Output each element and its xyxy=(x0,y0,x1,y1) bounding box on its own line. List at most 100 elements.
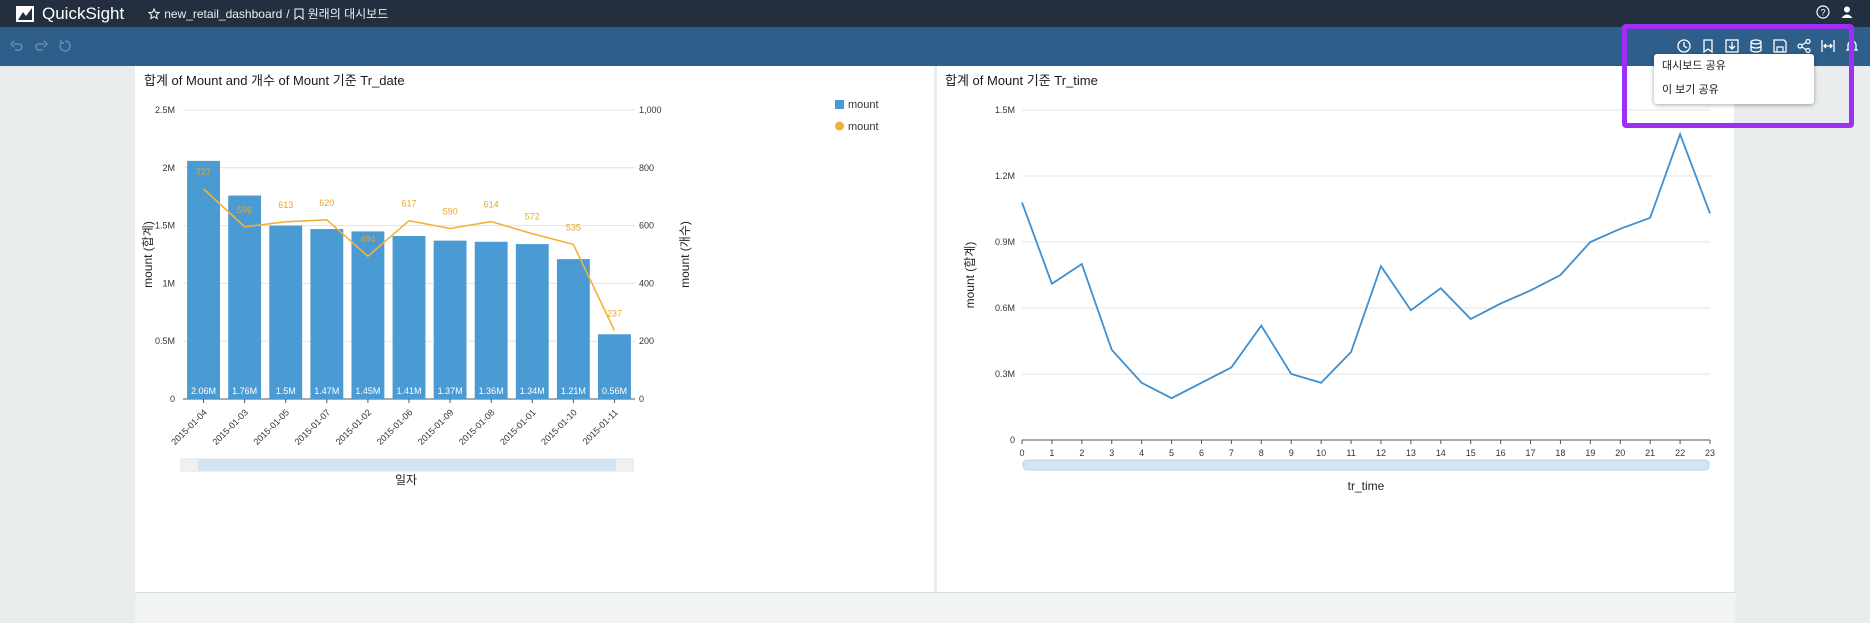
y-axis-label: mount (합계) xyxy=(963,242,977,309)
x-tick-label: 20 xyxy=(1615,448,1625,458)
x-tick-label: 2015-01-02 xyxy=(334,407,374,447)
bar-data-label: 1.47M xyxy=(314,386,339,396)
bar-data-label: 1.36M xyxy=(479,386,504,396)
range-scroll-thumb xyxy=(198,459,616,471)
x-tick-label: 2015-01-07 xyxy=(293,407,333,447)
x-axis-label: tr_time xyxy=(1348,479,1385,493)
x-tick-label: 14 xyxy=(1436,448,1446,458)
x-tick-label: 8 xyxy=(1259,448,1264,458)
range-scroll-thumb xyxy=(1022,459,1710,471)
bar-data-label: 0.56M xyxy=(602,386,627,396)
bar-data-label: 2.06M xyxy=(191,386,216,396)
line-data-label: 572 xyxy=(525,212,540,222)
bar xyxy=(515,244,549,399)
quicksight-logo-icon xyxy=(16,5,34,22)
x-tick-label: 23 xyxy=(1705,448,1715,458)
line-data-label: 614 xyxy=(484,200,499,210)
y-tick-label: 1.2M xyxy=(995,171,1015,181)
x-tick-label: 2015-01-08 xyxy=(457,407,497,447)
x-tick-label: 9 xyxy=(1289,448,1294,458)
star-icon[interactable] xyxy=(148,7,161,20)
x-tick-label: 13 xyxy=(1406,448,1416,458)
help-icon[interactable]: ? xyxy=(1816,5,1830,19)
redo-icon[interactable] xyxy=(34,39,48,53)
y-tick-label: 1.5M xyxy=(155,221,175,231)
x-tick-label: 11 xyxy=(1346,448,1355,458)
line-data-label: 237 xyxy=(607,309,622,319)
y2-axis-label: mount (개수) xyxy=(678,221,692,288)
y-tick-label: 0.6M xyxy=(995,303,1015,313)
legend-swatch-bar xyxy=(835,100,844,109)
legend-label-line: mount xyxy=(848,121,879,133)
x-tick-label: 2015-01-10 xyxy=(539,407,579,447)
bar xyxy=(187,160,220,399)
line-data-label: 727 xyxy=(196,167,211,177)
bookmark-icon[interactable] xyxy=(294,8,304,20)
bar xyxy=(433,240,467,399)
quicksight-logo[interactable]: QuickSight xyxy=(16,4,124,24)
x-axis-label: 일자 xyxy=(395,473,417,487)
user-icon[interactable] xyxy=(1840,5,1854,19)
bar xyxy=(556,259,590,399)
y-tick-label: 2M xyxy=(162,163,175,173)
y2-tick-label: 1,000 xyxy=(639,105,662,115)
reset-icon[interactable] xyxy=(58,39,72,53)
x-tick-label: 12 xyxy=(1376,448,1386,458)
x-tick-label: 15 xyxy=(1466,448,1476,458)
x-tick-label: 7 xyxy=(1229,448,1234,458)
combo-chart-panel: 합계 of Mount and 개수 of Mount 기준 Tr_date 0… xyxy=(135,66,934,592)
y-tick-label: 0 xyxy=(1010,435,1015,445)
y-tick-label: 0.3M xyxy=(995,369,1015,379)
breadcrumb-view[interactable]: 원래의 대시보드 xyxy=(308,5,389,22)
x-tick-label: 19 xyxy=(1585,448,1595,458)
y2-tick-label: 0 xyxy=(639,394,644,404)
bar-data-label: 1.37M xyxy=(438,386,463,396)
y2-tick-label: 600 xyxy=(639,221,654,231)
top-nav-bar: QuickSight new_retail_dashboard / 원래의 대시… xyxy=(0,0,1870,27)
x-tick-label: 10 xyxy=(1316,448,1326,458)
y2-tick-label: 200 xyxy=(639,336,654,346)
breadcrumb-dashboard[interactable]: new_retail_dashboard xyxy=(164,7,282,21)
y2-tick-label: 800 xyxy=(639,163,654,173)
line-data-label: 596 xyxy=(237,205,252,215)
line-data-label: 613 xyxy=(278,200,293,210)
y-tick-label: 2.5M xyxy=(155,105,175,115)
x-tick-label: 21 xyxy=(1645,448,1655,458)
line-data-label: 620 xyxy=(319,198,334,208)
x-tick-label: 1 xyxy=(1049,448,1054,458)
bar-data-label: 1.45M xyxy=(355,386,380,396)
highlight-box xyxy=(1622,24,1854,128)
y-tick-label: 1M xyxy=(162,278,175,288)
y-tick-label: 1.5M xyxy=(995,105,1015,115)
breadcrumb: new_retail_dashboard / 원래의 대시보드 xyxy=(148,5,388,22)
y-tick-label: 0 xyxy=(170,394,175,404)
bar-data-label: 1.5M xyxy=(276,386,296,396)
bar xyxy=(392,236,426,399)
x-tick-label: 4 xyxy=(1139,448,1144,458)
x-tick-label: 16 xyxy=(1496,448,1506,458)
legend-label-bar: mount xyxy=(848,99,879,111)
mount-series-line xyxy=(1021,131,1711,400)
line-data-label: 535 xyxy=(566,222,581,232)
x-tick-label: 2015-01-03 xyxy=(210,407,250,447)
x-tick-label: 17 xyxy=(1526,448,1536,458)
x-tick-label: 2015-01-11 xyxy=(581,407,620,446)
x-tick-label: 0 xyxy=(1019,448,1024,458)
breadcrumb-separator: / xyxy=(286,6,290,21)
legend-swatch-line xyxy=(835,121,844,131)
undo-icon[interactable] xyxy=(10,39,24,53)
x-tick-label: 2015-01-01 xyxy=(498,407,538,447)
line-data-label: 494 xyxy=(360,234,375,244)
combo-chart[interactable]: 0 0.5M 1M 1.5M 2M 2.5M 0 200 400 600 800 1,000 mount… xyxy=(135,66,934,592)
bar xyxy=(474,241,508,399)
y-tick-label: 0.9M xyxy=(995,237,1015,247)
x-tick-label: 2 xyxy=(1079,448,1084,458)
line-chart-panel: 합계 of Mount 기준 Tr_time 0 0.3M 0.6M 0.9M 1.2M… xyxy=(937,66,1734,592)
y2-tick-label: 400 xyxy=(639,278,654,288)
x-tick-label: 6 xyxy=(1199,448,1204,458)
bar xyxy=(269,225,303,399)
bar xyxy=(310,229,344,399)
line-chart[interactable]: 00.3M0.6M0.9M1.2M1.5M0 1 2 3 4 5 6 7 8 9 10 11 12 13 1… xyxy=(937,66,1734,592)
x-tick-label: 2015-01-09 xyxy=(416,407,456,447)
bar-data-label: 1.41M xyxy=(396,386,421,396)
